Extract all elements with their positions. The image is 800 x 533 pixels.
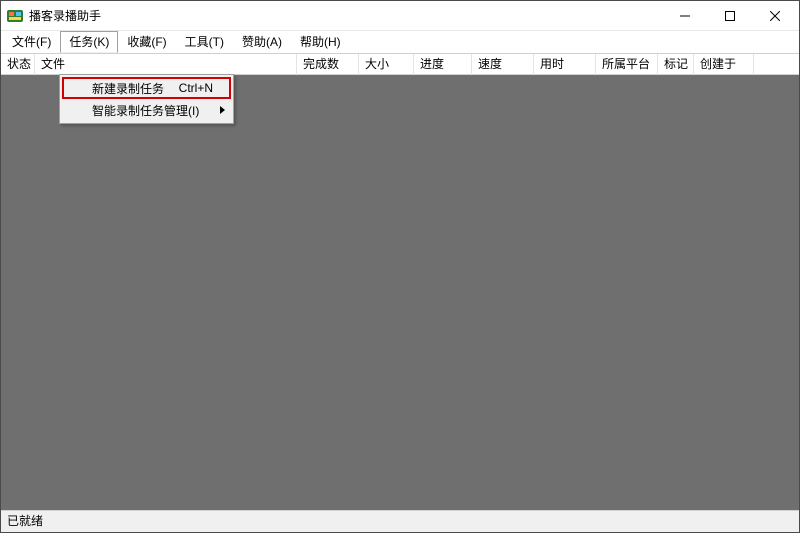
column-header[interactable]: 速度	[472, 54, 534, 75]
menu-tools[interactable]: 工具(T)	[176, 31, 233, 53]
menu-item-accel: Ctrl+N	[179, 81, 213, 95]
statusbar: 已就绪	[1, 510, 799, 532]
app-icon	[7, 8, 23, 24]
column-header[interactable]: 标记	[658, 54, 694, 75]
column-header[interactable]: 大小	[359, 54, 414, 75]
menu-task[interactable]: 任务(K)	[60, 31, 118, 53]
menu-sponsor[interactable]: 赞助(A)	[233, 31, 291, 53]
menu-favorites[interactable]: 收藏(F)	[118, 31, 175, 53]
menu-help[interactable]: 帮助(H)	[291, 31, 350, 53]
menubar: 文件(F) 任务(K) 收藏(F) 工具(T) 赞助(A) 帮助(H)	[1, 31, 799, 53]
column-header[interactable]: 状态	[1, 54, 35, 75]
content-area: 新建录制任务 Ctrl+N 智能录制任务管理(I)	[1, 75, 799, 510]
column-header[interactable]: 所属平台	[596, 54, 658, 75]
titlebar: 播客录播助手	[1, 1, 799, 31]
close-button[interactable]	[752, 2, 797, 30]
menu-item-label: 新建录制任务	[92, 80, 179, 97]
column-header[interactable]: 用时	[534, 54, 596, 75]
maximize-button[interactable]	[707, 2, 752, 30]
menu-item-label: 智能录制任务管理(I)	[92, 102, 213, 119]
column-header[interactable]: 进度	[414, 54, 472, 75]
minimize-button[interactable]	[662, 2, 707, 30]
task-menu-dropdown: 新建录制任务 Ctrl+N 智能录制任务管理(I)	[59, 74, 234, 124]
menu-item-new-record-task[interactable]: 新建录制任务 Ctrl+N	[62, 77, 231, 99]
column-headers: 状态文件完成数大小进度速度用时所属平台标记创建于	[1, 53, 799, 75]
window-title: 播客录播助手	[29, 7, 101, 24]
status-text: 已就绪	[7, 514, 43, 528]
column-header[interactable]: 文件	[35, 54, 297, 75]
column-header[interactable]: 创建于	[694, 54, 754, 75]
chevron-right-icon	[220, 106, 225, 114]
menu-item-smart-record-manage[interactable]: 智能录制任务管理(I)	[62, 99, 231, 121]
column-header[interactable]: 完成数	[297, 54, 359, 75]
menu-file[interactable]: 文件(F)	[3, 31, 60, 53]
